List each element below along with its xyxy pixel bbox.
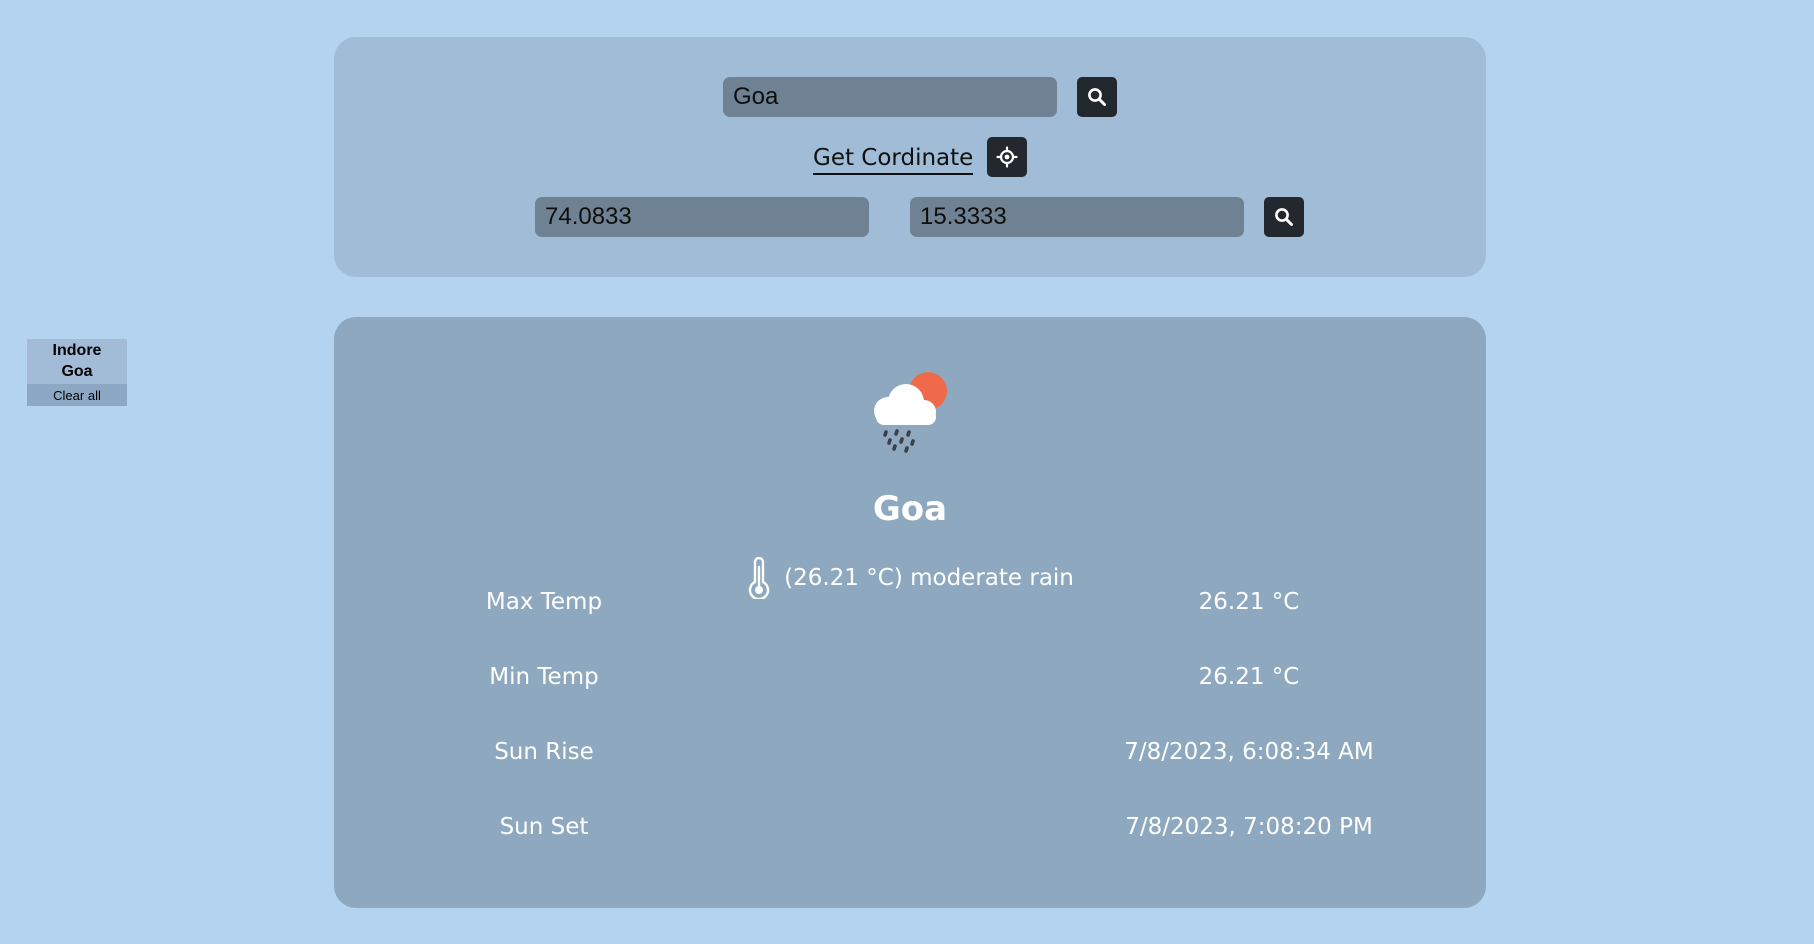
stat-value: 26.21 °C bbox=[1198, 589, 1300, 615]
locate-button[interactable] bbox=[987, 137, 1027, 177]
get-coordinate-link[interactable]: Get Cordinate bbox=[813, 145, 974, 175]
history-item-indore[interactable]: Indore bbox=[27, 339, 127, 361]
history-item-goa[interactable]: Goa bbox=[27, 361, 127, 382]
search-panel: Get Cordinate bbox=[334, 37, 1486, 277]
search-icon bbox=[1088, 88, 1106, 106]
coordinate-search-button[interactable] bbox=[1264, 197, 1304, 237]
stat-value: 7/8/2023, 6:08:34 AM bbox=[1124, 739, 1374, 765]
city-name: Goa bbox=[872, 489, 948, 529]
search-history: Indore Goa Clear all bbox=[27, 339, 127, 406]
crosshair-icon bbox=[996, 146, 1018, 168]
max-temp-row: Max Temp 26.21 °C bbox=[334, 585, 1486, 619]
stat-label: Min Temp bbox=[489, 664, 599, 690]
stat-label: Sun Rise bbox=[494, 739, 594, 765]
stat-label: Max Temp bbox=[485, 589, 603, 615]
sunrise-row: Sun Rise 7/8/2023, 6:08:34 AM bbox=[334, 735, 1486, 769]
weather-card: Goa (26.21 °C) moderate rain Max Temp 26… bbox=[334, 317, 1486, 908]
latitude-input[interactable] bbox=[910, 197, 1244, 237]
stat-value: 26.21 °C bbox=[1198, 664, 1300, 690]
longitude-input[interactable] bbox=[535, 197, 869, 237]
stat-label: Sun Set bbox=[499, 814, 589, 840]
min-temp-row: Min Temp 26.21 °C bbox=[334, 660, 1486, 694]
cloud-sun-rain-icon bbox=[874, 372, 947, 453]
city-search-button[interactable] bbox=[1077, 77, 1117, 117]
sunset-row: Sun Set 7/8/2023, 7:08:20 PM bbox=[334, 810, 1486, 844]
city-search-input[interactable] bbox=[723, 77, 1057, 117]
stat-value: 7/8/2023, 7:08:20 PM bbox=[1125, 814, 1373, 840]
clear-all-button[interactable]: Clear all bbox=[27, 384, 127, 406]
search-icon bbox=[1275, 208, 1293, 226]
